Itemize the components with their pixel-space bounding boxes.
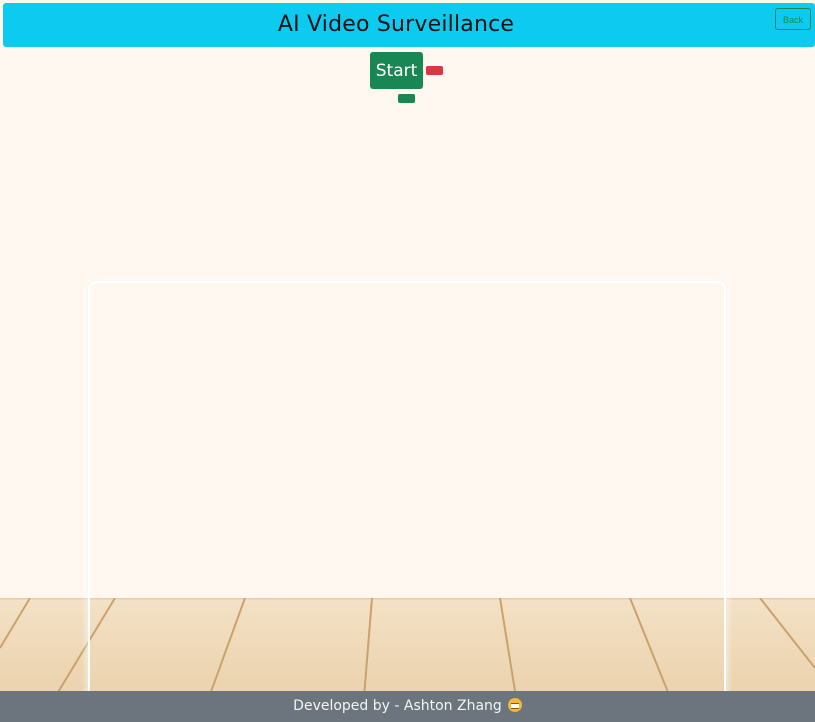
- stop-button[interactable]: [426, 66, 443, 75]
- footer-credit: Developed by - Ashton Zhang: [0, 691, 815, 722]
- grimacing-face-icon: [507, 698, 522, 712]
- back-button[interactable]: Back: [775, 8, 811, 30]
- start-button[interactable]: Start: [370, 52, 423, 89]
- footer: Developed by - Ashton Zhang: [0, 691, 815, 722]
- footer-credit-text: Developed by - Ashton Zhang: [293, 698, 502, 714]
- page-title: AI Video Surveillance: [277, 12, 515, 37]
- video-display-area: [88, 281, 726, 699]
- app-header: AI Video Surveillance Back: [3, 3, 815, 47]
- secondary-green-button[interactable]: [398, 94, 415, 103]
